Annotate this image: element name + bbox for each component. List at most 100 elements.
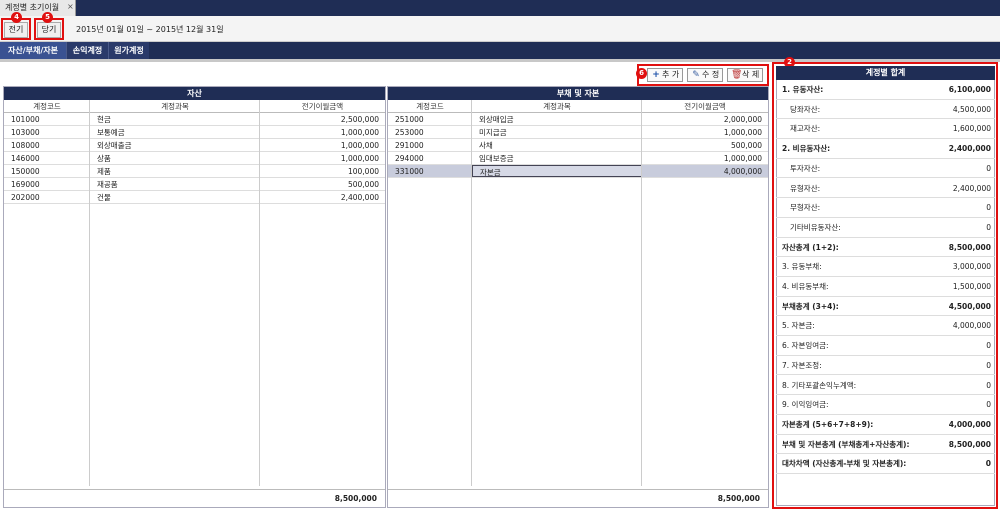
liabilities-total: 8,500,000: [388, 489, 768, 507]
summary-value: 0: [986, 360, 991, 370]
summary-value: 3,000,000: [952, 262, 991, 272]
summary-row: 투자자산: 0: [776, 159, 995, 179]
current-period-button[interactable]: 당기: [37, 22, 61, 38]
col-divider: [89, 100, 90, 486]
row-account: 제품: [97, 167, 111, 176]
summary-row: 3. 유동부채: 3,000,000: [776, 257, 995, 277]
table-row[interactable]: 146000 상품 1,000,000: [4, 152, 385, 165]
row-account: 보통예금: [97, 128, 125, 137]
summary-row: 대차차액 (자산총계-부채 및 자본총계): 0: [776, 454, 995, 474]
edit-button[interactable]: ✎ 수 정: [687, 68, 723, 82]
table-row[interactable]: 103000 보통예금 1,000,000: [4, 126, 385, 139]
table-row[interactable]: 108000 외상매출금 1,000,000: [4, 139, 385, 152]
row-code: 150000: [11, 167, 40, 176]
trash-icon: 🗑: [731, 70, 743, 80]
row-account: 현금: [97, 115, 111, 124]
col-divider: [641, 100, 642, 486]
row-code: 169000: [11, 180, 40, 189]
summary-label: 부채총계 (3+4):: [782, 301, 839, 311]
liabilities-panel: 부채 및 자본 계정코드 계정과목 전기이월금액 251000 외상매입금 2,00…: [387, 86, 769, 508]
summary-label: 6. 자본잉여금:: [782, 341, 829, 351]
summary-label: 유형자산:: [790, 183, 821, 193]
prev-period-button[interactable]: 전기: [4, 22, 28, 38]
row-account: 상품: [97, 154, 111, 163]
summary-label: 당좌자산:: [790, 104, 821, 114]
period-range: 2015년 01월 01일 ~ 2015년 12월 31일: [76, 25, 224, 34]
summary-label: 3. 유동부채:: [782, 262, 822, 272]
tab-assets-liabilities-equity[interactable]: 자산/부채/자본: [0, 42, 66, 59]
table-row[interactable]: 291000 사채 500,000: [388, 139, 768, 152]
summary-label: 대차차액 (자산총계-부채 및 자본총계):: [782, 459, 907, 469]
window-tab-bar: [0, 0, 1000, 16]
close-icon[interactable]: ×: [67, 2, 74, 12]
row-code: 331000: [395, 167, 424, 176]
subtab-bar: [0, 42, 1000, 59]
row-code: 291000: [395, 141, 424, 150]
summary-row: 9. 이익잉여금: 0: [776, 395, 995, 415]
liabilities-rows: 251000 외상매입금 2,000,000 253000 미지급금 1,000,000 2…: [388, 113, 768, 178]
summary-value: 0: [986, 400, 991, 410]
table-row[interactable]: 294000 임대보증금 1,000,000: [388, 152, 768, 165]
row-code: 251000: [395, 115, 424, 124]
assets-column-header: 계정코드 계정과목 전기이월금액: [4, 100, 385, 113]
row-amount: 4,000,000: [723, 167, 762, 176]
delete-button[interactable]: 🗑 삭 제: [727, 68, 763, 82]
row-code: 253000: [395, 128, 424, 137]
table-row[interactable]: 101000 현금 2,500,000: [4, 113, 385, 126]
summary-value: 0: [985, 459, 991, 469]
col-code: 계정코드: [416, 102, 444, 111]
row-amount: 500,000: [730, 141, 762, 150]
table-row[interactable]: 331000 자본금 4,000,000: [388, 165, 768, 178]
summary-value: 0: [986, 380, 991, 390]
table-row[interactable]: 150000 제품 100,000: [4, 165, 385, 178]
row-code: 108000: [11, 141, 40, 150]
summary-label: 7. 자본조정:: [782, 360, 822, 370]
summary-row: 당좌자산: 4,500,000: [776, 100, 995, 120]
summary-value: 6,100,000: [948, 85, 991, 94]
row-code: 146000: [11, 154, 40, 163]
summary-value: 1,600,000: [952, 124, 991, 134]
assets-title: 자산: [4, 87, 385, 100]
tab-income-accounts[interactable]: 손익계정: [66, 42, 108, 59]
table-row[interactable]: 169000 재공품 500,000: [4, 178, 385, 191]
summary-row: 기타비유동자산: 0: [776, 218, 995, 238]
add-button[interactable]: + 추 가: [647, 68, 683, 82]
row-amount: 1,000,000: [723, 154, 762, 163]
summary-label: 2. 비유동자산:: [782, 144, 831, 154]
summary-row: 자본총계 (5+6+7+8+9): 4,000,000: [776, 415, 995, 435]
summary-value: 2,400,000: [948, 144, 991, 154]
row-amount: 2,500,000: [340, 115, 379, 124]
assets-total: 8,500,000: [4, 489, 385, 507]
row-account: 자본금: [472, 165, 642, 177]
row-account: 미지급금: [479, 128, 507, 137]
tab-cost-accounts[interactable]: 원가계정: [108, 42, 149, 59]
edit-button-label: 수 정: [702, 70, 720, 79]
table-row[interactable]: 202000 건물 2,400,000: [4, 191, 385, 204]
summary-row: 7. 자본조정: 0: [776, 356, 995, 376]
summary-row: 2. 비유동자산: 2,400,000: [776, 139, 995, 159]
col-code: 계정코드: [33, 102, 61, 111]
col-amount: 전기이월금액: [301, 102, 344, 111]
row-amount: 2,400,000: [340, 193, 379, 202]
summary-row: 8. 기타포괄손익누계액: 0: [776, 376, 995, 396]
table-row[interactable]: 251000 외상매입금 2,000,000: [388, 113, 768, 126]
assets-panel: 자산 계정코드 계정과목 전기이월금액 101000 현금 2,500,000 103…: [3, 86, 386, 508]
summary-label: 재고자산:: [790, 124, 821, 134]
summary-value: 0: [986, 341, 991, 351]
summary-row: 자산총계 (1+2): 8,500,000: [776, 238, 995, 258]
summary-label: 1. 유동자산:: [782, 85, 824, 94]
summary-value: 0: [986, 222, 991, 232]
col-amount: 전기이월금액: [684, 102, 726, 111]
liabilities-column-header: 계정코드 계정과목 전기이월금액: [388, 100, 768, 113]
summary-value: 4,000,000: [952, 321, 991, 331]
row-account: 외상매출금: [97, 141, 132, 150]
row-amount: 1,000,000: [340, 154, 379, 163]
row-amount: 100,000: [347, 167, 379, 176]
summary-value: 4,500,000: [948, 301, 991, 311]
table-row[interactable]: 253000 미지급금 1,000,000: [388, 126, 768, 139]
row-code: 294000: [395, 154, 424, 163]
summary-row: 무형자산: 0: [776, 198, 995, 218]
liabilities-title: 부채 및 자본: [388, 87, 768, 100]
assets-rows: 101000 현금 2,500,000 103000 보통예금 1,000,000 1080…: [4, 113, 385, 204]
row-amount: 1,000,000: [723, 128, 762, 137]
